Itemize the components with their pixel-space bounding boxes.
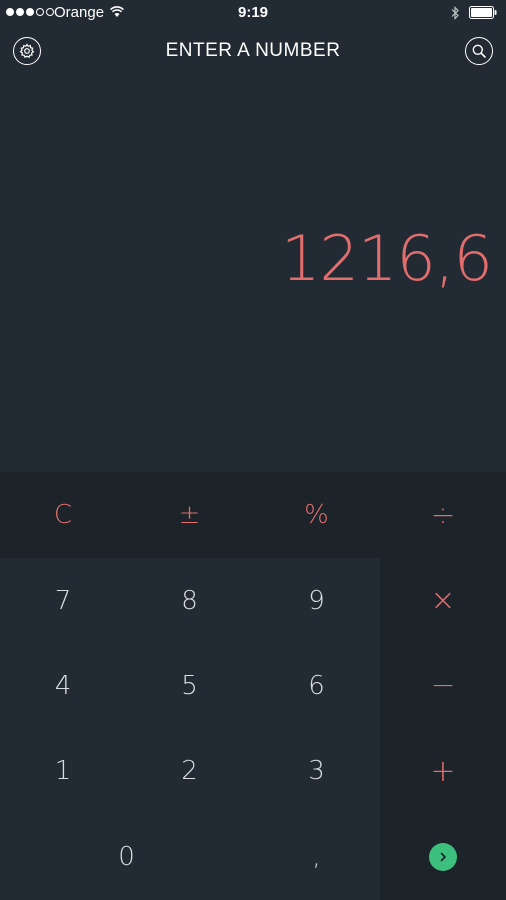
enter-circle: [429, 843, 457, 871]
number-display: 1216,6: [281, 222, 493, 295]
digit-0-button[interactable]: 0: [0, 814, 253, 900]
percent-button[interactable]: %: [253, 472, 380, 558]
digit-7-button[interactable]: 7: [0, 558, 126, 643]
enter-button[interactable]: [380, 814, 506, 900]
calculator-app: Orange 9:19 ENTER A NUMBER 1216,6 C ± % …: [0, 0, 506, 900]
clear-button[interactable]: C: [0, 472, 126, 558]
digit-9-button[interactable]: 9: [253, 558, 380, 643]
digit-8-button[interactable]: 8: [126, 558, 253, 643]
multiply-button[interactable]: ×: [380, 558, 506, 643]
digit-3-button[interactable]: 3: [253, 728, 380, 814]
digit-2-button[interactable]: 2: [126, 728, 253, 814]
digit-5-button[interactable]: 5: [126, 643, 253, 728]
digit-1-button[interactable]: 1: [0, 728, 126, 814]
battery-icon: [469, 6, 497, 19]
search-button[interactable]: [465, 37, 493, 65]
search-icon: [472, 44, 486, 58]
page-title: ENTER A NUMBER: [165, 40, 341, 61]
status-bar: Orange 9:19: [0, 0, 506, 26]
digit-6-button[interactable]: 6: [253, 643, 380, 728]
divide-button[interactable]: ÷: [380, 472, 506, 558]
digit-4-button[interactable]: 4: [0, 643, 126, 728]
chevron-right-icon: [440, 852, 446, 862]
keypad: C ± % ÷ × − + 7 8 9 4 5 6 1 2 3 0 ,: [0, 472, 506, 900]
subtract-button[interactable]: −: [380, 643, 506, 728]
plus-minus-button[interactable]: ±: [126, 472, 253, 558]
status-time: 9:19: [237, 4, 269, 21]
add-button[interactable]: +: [380, 728, 506, 814]
decimal-button[interactable]: ,: [253, 814, 380, 900]
bluetooth-icon: [451, 6, 459, 20]
